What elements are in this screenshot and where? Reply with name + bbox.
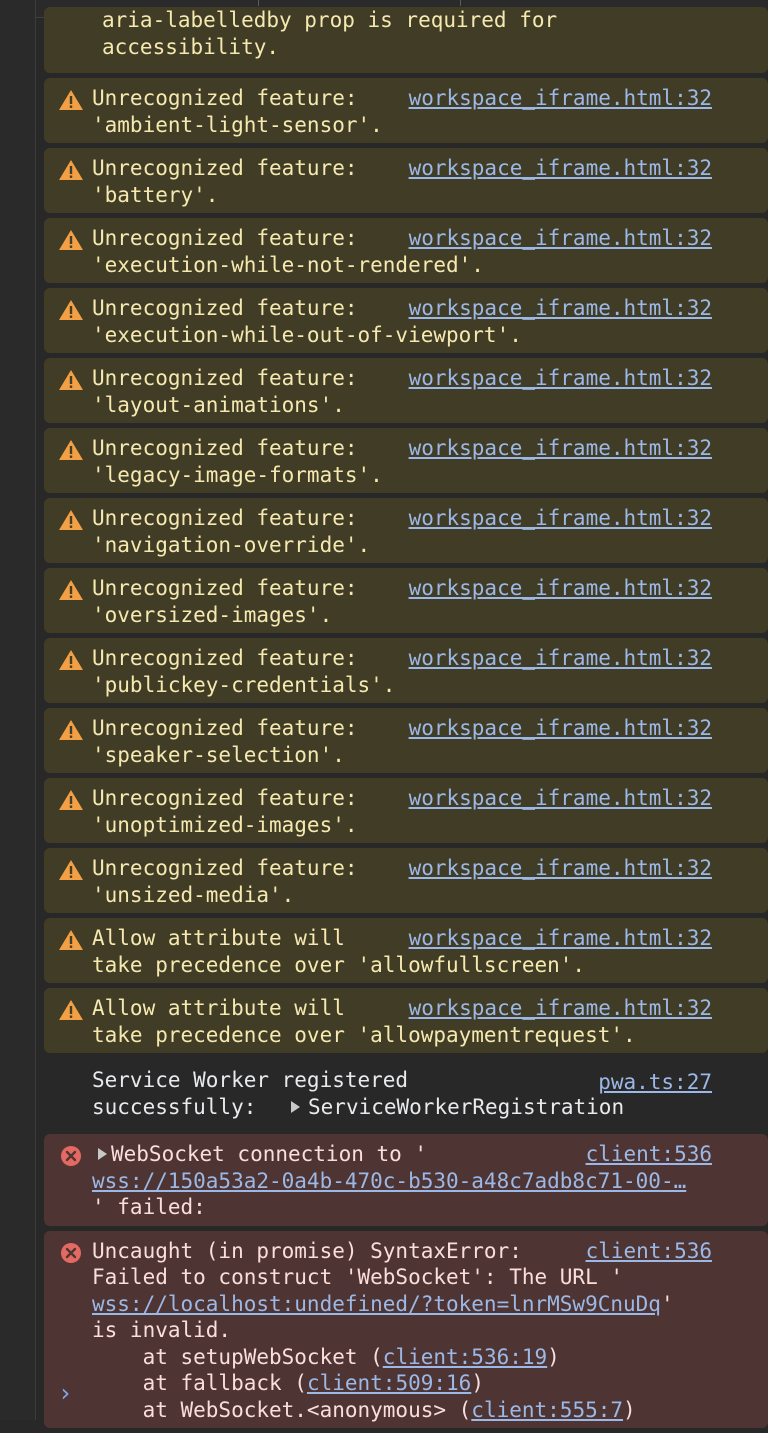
warning-message-partial[interactable]: aria-labelledby prop is required for acc… xyxy=(44,7,768,73)
stack-frame: at fallback (client:509:16) xyxy=(92,1370,768,1397)
stack-frame-text: ) xyxy=(471,1371,484,1395)
source-link[interactable]: workspace_iframe.html:32 xyxy=(409,715,712,742)
message-text: accessibility. xyxy=(102,34,280,59)
warning-message[interactable]: Allow attribute will take precedence over… xyxy=(44,918,768,983)
message-text: ' failed: xyxy=(92,1195,206,1219)
expand-triangle-icon[interactable] xyxy=(98,1148,107,1160)
warning-message[interactable]: Unrecognized feature: 'speaker-selection… xyxy=(44,708,768,773)
warning-icon xyxy=(59,860,83,880)
source-link[interactable]: client:536 xyxy=(586,1238,712,1265)
message-text: take precedence over 'allowfullscreen'. xyxy=(92,952,586,977)
message-line: successfully: ServiceWorkerRegistration xyxy=(92,1094,768,1121)
console-prompt[interactable]: › xyxy=(58,1380,72,1407)
warning-message[interactable]: Unrecognized feature: 'execution-while-o… xyxy=(44,288,768,353)
message-text: 'navigation-override'. xyxy=(92,532,371,557)
warning-message[interactable]: Unrecognized feature: 'publickey-credent… xyxy=(44,638,768,703)
message-text: 'oversized-images'. xyxy=(92,602,333,627)
message-text: 'layout-animations'. xyxy=(92,392,345,417)
warning-message[interactable]: Unrecognized feature: 'legacy-image-form… xyxy=(44,428,768,493)
source-link[interactable]: workspace_iframe.html:32 xyxy=(409,505,712,532)
warning-icon xyxy=(59,440,83,460)
warning-icon xyxy=(59,930,83,950)
stack-frame-text: at setupWebSocket ( xyxy=(92,1344,383,1369)
source-link[interactable]: workspace_iframe.html:32 xyxy=(409,85,712,112)
object-preview[interactable]: ServiceWorkerRegistration xyxy=(308,1095,624,1119)
stack-frame-link[interactable]: client:509:16 xyxy=(307,1371,471,1395)
message-text: Failed to construct 'WebSocket': The URL… xyxy=(92,1265,624,1289)
source-link[interactable]: workspace_iframe.html:32 xyxy=(409,995,712,1022)
source-link[interactable]: workspace_iframe.html:32 xyxy=(409,155,712,182)
stack-frame-link[interactable]: client:555:7 xyxy=(471,1398,623,1422)
stack-frame: at WebSocket.<anonymous> (client:555:7) xyxy=(92,1397,768,1424)
stack-frame-text: ) xyxy=(623,1397,636,1422)
message-line: wss://localhost:undefined/?token=lnrMSw9… xyxy=(92,1291,768,1318)
source-link[interactable]: workspace_iframe.html:32 xyxy=(409,645,712,672)
websocket-url-link[interactable]: wss://localhost:undefined/?token=lnrMSw9… xyxy=(92,1292,661,1316)
source-link[interactable]: client:536 xyxy=(586,1141,712,1168)
warning-icon xyxy=(59,160,83,180)
source-link[interactable]: workspace_iframe.html:32 xyxy=(409,855,712,882)
warning-icon xyxy=(59,720,83,740)
warning-icon xyxy=(59,790,83,810)
warning-message[interactable]: Unrecognized feature: 'battery'. workspac… xyxy=(44,148,768,213)
message-text: 'ambient-light-sensor'. xyxy=(92,112,383,137)
warning-icon xyxy=(59,90,83,110)
warning-icon xyxy=(59,650,83,670)
warning-message[interactable]: Unrecognized feature: 'unsized-media'. wo… xyxy=(44,848,768,913)
warning-message[interactable]: Unrecognized feature: 'execution-while-n… xyxy=(44,218,768,283)
source-link[interactable]: workspace_iframe.html:32 xyxy=(409,575,712,602)
message-text: is invalid. xyxy=(92,1318,232,1342)
stack-frame-link[interactable]: client:536:19 xyxy=(383,1345,547,1369)
message-text: 'publickey-credentials'. xyxy=(92,672,396,697)
message-text: 'unsized-media'. xyxy=(92,882,295,907)
expand-triangle-icon[interactable] xyxy=(291,1100,301,1113)
warning-icon xyxy=(59,370,83,390)
uncaught-error-message[interactable]: Uncaught (in promise) SyntaxError: Faile… xyxy=(44,1230,768,1428)
error-message[interactable]: WebSocket connection to ' wss://150a53a2… xyxy=(44,1134,768,1226)
source-link[interactable]: workspace_iframe.html:32 xyxy=(409,435,712,462)
stack-frame-text: at WebSocket.<anonymous> ( xyxy=(92,1397,472,1422)
source-link[interactable]: pwa.ts:27 xyxy=(598,1069,712,1096)
warning-icon xyxy=(59,580,83,600)
console-gutter xyxy=(0,0,36,1420)
source-link[interactable]: workspace_iframe.html:32 xyxy=(409,925,712,952)
message-text: successfully: xyxy=(92,1094,270,1119)
stack-frame-text: ) xyxy=(547,1344,560,1369)
message-text: WebSocket connection to ' xyxy=(111,1142,428,1166)
message-text: 'execution-while-not-rendered'. xyxy=(92,252,484,277)
message-text: 'speaker-selection'. xyxy=(92,742,345,767)
warning-message[interactable]: Unrecognized feature: 'ambient-light-sen… xyxy=(44,78,768,143)
warning-message[interactable]: Unrecognized feature: 'oversized-images'… xyxy=(44,568,768,633)
stack-frame-text: at fallback ( xyxy=(92,1371,307,1395)
message-text: 'execution-while-out-of-viewport'. xyxy=(92,322,522,347)
warning-list: Unrecognized feature: 'ambient-light-sen… xyxy=(44,78,768,1053)
warning-message[interactable]: Unrecognized feature: 'navigation-overri… xyxy=(44,498,768,563)
stack-trace: at setupWebSocket (client:536:19) at fal… xyxy=(92,1344,768,1424)
source-link[interactable]: workspace_iframe.html:32 xyxy=(409,295,712,322)
source-link[interactable]: workspace_iframe.html:32 xyxy=(409,225,712,252)
log-message[interactable]: Service Worker registered successfully: … xyxy=(44,1058,768,1129)
source-link[interactable]: workspace_iframe.html:32 xyxy=(409,785,712,812)
warning-icon xyxy=(59,230,83,250)
warning-icon xyxy=(59,510,83,530)
warning-message[interactable]: Allow attribute will take precedence over… xyxy=(44,988,768,1053)
message-text: 'legacy-image-formats'. xyxy=(92,462,383,487)
source-link[interactable]: workspace_iframe.html:32 xyxy=(409,365,712,392)
error-icon xyxy=(61,1242,81,1263)
warning-icon xyxy=(59,1000,83,1020)
error-icon xyxy=(61,1146,81,1166)
message-text: 'unoptimized-images'. xyxy=(92,812,358,837)
stack-frame: at setupWebSocket (client:536:19) xyxy=(92,1344,768,1371)
message-text: ' xyxy=(660,1291,674,1316)
message-text: 'battery'. xyxy=(92,182,219,207)
warning-message[interactable]: Unrecognized feature: 'layout-animations… xyxy=(44,358,768,423)
warning-icon xyxy=(59,300,83,320)
websocket-url-link[interactable]: wss://150a53a2-0a4b-470c-b530-a48c7adb8c… xyxy=(92,1168,768,1195)
message-text: aria-labelledby prop is required for xyxy=(102,8,558,32)
warning-message[interactable]: Unrecognized feature: 'unoptimized-image… xyxy=(44,778,768,843)
message-text: take precedence over 'allowpaymentreques… xyxy=(92,1022,636,1047)
console-messages: aria-labelledby prop is required for acc… xyxy=(44,0,768,1433)
